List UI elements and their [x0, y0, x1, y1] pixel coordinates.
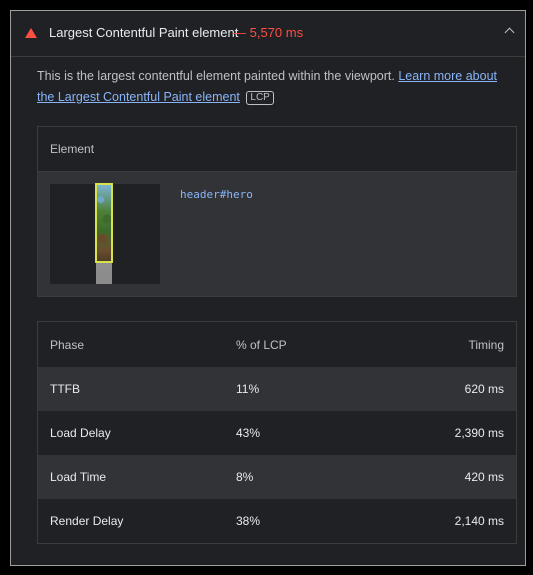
phase-percent: 43%: [236, 426, 261, 440]
phase-percent: 8%: [236, 470, 254, 484]
table-row: Load Delay 43% 2,390 ms: [38, 411, 516, 455]
audit-description: This is the largest contentful element p…: [37, 66, 507, 108]
description-text: This is the largest contentful element p…: [37, 69, 395, 83]
element-column-header: Element: [50, 142, 95, 156]
phase-name: Render Delay: [50, 514, 124, 528]
audit-title: Largest Contentful Paint element: [49, 25, 239, 40]
percent-column-header: % of LCP: [236, 338, 287, 352]
timing-column-header: Timing: [468, 338, 504, 352]
element-table: Element header#hero: [37, 126, 517, 297]
phase-timing: 420 ms: [464, 470, 504, 484]
phase-timing: 620 ms: [464, 382, 504, 396]
table-row: TTFB 11% 620 ms: [38, 367, 516, 411]
lcp-element-audit: Largest Contentful Paint element — 5,570…: [10, 10, 526, 566]
phase-table-header: Phase % of LCP Timing: [38, 322, 516, 367]
lcp-badge: LCP: [246, 91, 274, 105]
phase-name: Load Time: [50, 470, 107, 484]
element-selector[interactable]: header#hero: [180, 188, 253, 201]
table-row: Render Delay 38% 2,140 ms: [38, 499, 516, 543]
phase-percent: 38%: [236, 514, 261, 528]
element-row: header#hero: [38, 172, 516, 296]
phase-name: Load Delay: [50, 426, 111, 440]
element-table-header: Element: [38, 127, 516, 172]
phase-percent: 11%: [236, 382, 260, 396]
warning-triangle-icon: [25, 28, 37, 38]
lcp-phase-table: Phase % of LCP Timing TTFB 11% 620 ms Lo…: [37, 321, 517, 544]
phase-timing: 2,140 ms: [454, 514, 504, 528]
chevron-up-icon[interactable]: [504, 27, 515, 38]
audit-header[interactable]: Largest Contentful Paint element — 5,570…: [11, 11, 525, 57]
table-row: Load Time 8% 420 ms: [38, 455, 516, 499]
phase-column-header: Phase: [50, 338, 85, 352]
phase-name: TTFB: [50, 382, 80, 396]
element-screenshot-thumbnail[interactable]: [50, 183, 160, 284]
phase-timing: 2,390 ms: [454, 426, 504, 440]
highlighted-element-image: [95, 183, 113, 263]
audit-metric-value: — 5,570 ms: [233, 25, 304, 40]
